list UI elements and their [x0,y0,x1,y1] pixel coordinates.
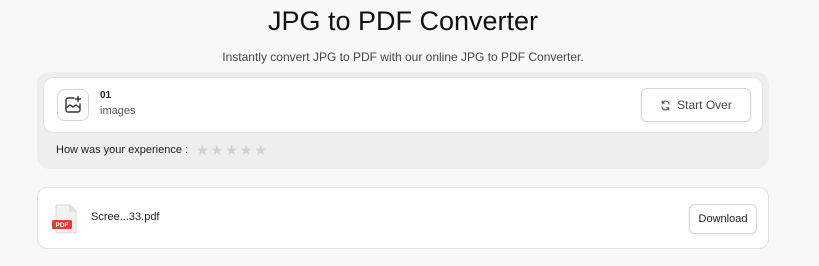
star-rating[interactable]: ★ ★ ★ ★ ★ [196,143,267,157]
feedback-question: How was your experience : [56,144,189,156]
add-image-icon [65,95,82,113]
pdf-badge-label: PDF [56,222,69,229]
star-icon-5[interactable]: ★ [254,143,267,157]
pdf-file-icon: PDF [52,204,77,234]
star-icon-3[interactable]: ★ [225,143,238,157]
start-over-label: Start Over [677,98,732,112]
download-button[interactable]: Download [689,204,757,234]
star-icon-4[interactable]: ★ [240,143,253,157]
start-over-button[interactable]: Start Over [641,88,751,122]
page: JPG to PDF Converter Instantly convert J… [0,0,819,266]
feedback-row: How was your experience : ★ ★ ★ ★ ★ [56,143,267,157]
result-card: PDF Scree...33.pdf Download [37,187,769,249]
page-title: JPG to PDF Converter [267,6,539,36]
upload-panel: 01 images Start Over How was your experi… [37,72,769,169]
file-name: Scree...33.pdf [91,211,160,223]
star-icon-2[interactable]: ★ [211,143,224,157]
add-image-button[interactable] [57,89,89,121]
page-subtitle: Instantly convert JPG to PDF with our on… [222,50,584,64]
star-icon-1[interactable]: ★ [196,143,209,157]
refresh-icon [661,100,670,110]
images-card: 01 images Start Over [43,77,763,133]
image-count-label: images [100,105,136,117]
image-count: 01 [100,90,112,101]
